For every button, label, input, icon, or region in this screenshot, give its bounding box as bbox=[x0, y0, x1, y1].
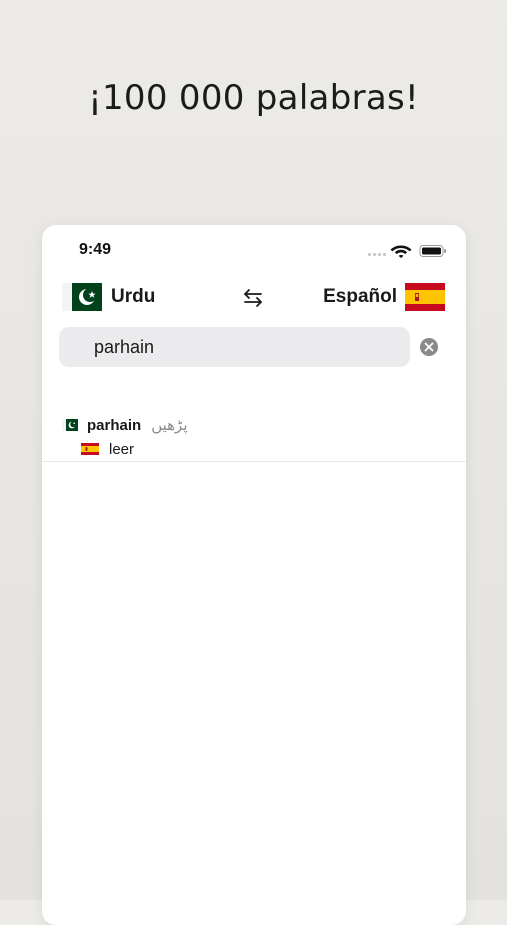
promo-headline: ¡100 000 palabras! bbox=[88, 78, 419, 118]
status-icons bbox=[368, 242, 448, 258]
battery-icon bbox=[419, 245, 446, 257]
result-native-script: پڑھیں bbox=[151, 416, 188, 434]
spain-flag-icon bbox=[405, 283, 445, 311]
search-field[interactable] bbox=[59, 327, 410, 367]
source-language-label: Urdu bbox=[111, 286, 156, 307]
result-translation: leer bbox=[109, 440, 135, 458]
target-language-button[interactable]: Español bbox=[323, 283, 445, 311]
clear-icon[interactable] bbox=[419, 337, 439, 357]
pakistan-flag-icon bbox=[62, 283, 102, 311]
spain-flag-small-icon bbox=[81, 443, 99, 455]
result-source-row: parhain پڑھیں bbox=[62, 415, 188, 435]
result-list-item[interactable]: parhain پڑھیں leer bbox=[42, 415, 466, 462]
pakistan-flag-small-icon bbox=[62, 419, 78, 431]
swap-arrows-icon[interactable] bbox=[241, 286, 265, 310]
result-translation-row: leer bbox=[81, 439, 134, 459]
result-word: parhain bbox=[87, 416, 142, 434]
source-language-button[interactable]: Urdu bbox=[62, 283, 155, 311]
language-bar: Urdu Español bbox=[42, 283, 466, 317]
search-input[interactable] bbox=[94, 327, 394, 367]
status-time: 9:49 bbox=[79, 241, 112, 258]
wifi-icon bbox=[390, 245, 412, 258]
signal-icon bbox=[368, 253, 386, 256]
target-language-label: Español bbox=[323, 286, 397, 307]
app-screen: 9:49 Urdu Español parhain parhain پڑھیں … bbox=[42, 225, 466, 925]
